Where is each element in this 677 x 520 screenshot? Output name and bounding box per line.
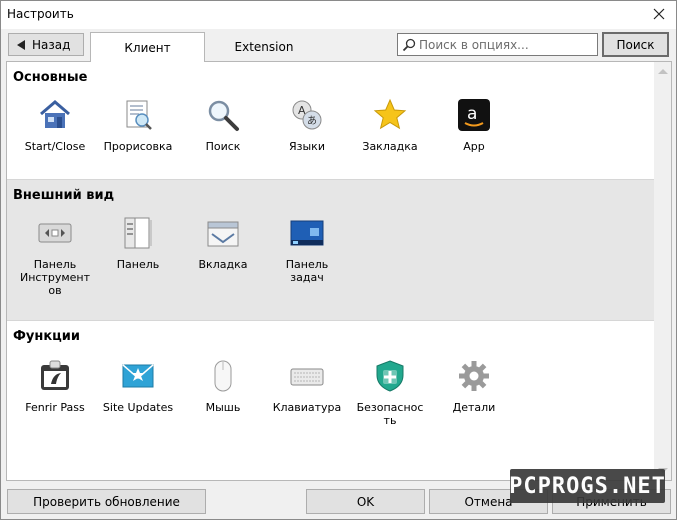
back-arrow-icon [17, 39, 25, 50]
tab-client[interactable]: Клиент [90, 32, 205, 62]
star-icon [373, 98, 407, 130]
settings-window: Настроить Назад Клиент Extension Поиск О… [0, 0, 677, 520]
ok-button[interactable]: OK [306, 489, 425, 514]
option-label: App [463, 140, 485, 153]
option-security[interactable]: Безопаснос ть [350, 359, 430, 427]
option-tab[interactable]: Вкладка [183, 216, 263, 271]
amazon-icon: a [458, 99, 490, 131]
toolbar: Назад Клиент Extension Поиск [1, 29, 676, 62]
option-label: Панель Инструмент ов [19, 258, 91, 297]
section-general: Основные Start/Close Прорисовка Поиск A … [7, 62, 655, 179]
shield-icon [376, 360, 404, 392]
option-label: Детали [452, 401, 496, 414]
mouse-icon [214, 360, 232, 392]
option-label: Site Updates [102, 401, 174, 414]
search-box[interactable] [397, 33, 598, 56]
toolbar-panel-icon [38, 223, 72, 243]
tab-client-label: Клиент [124, 40, 171, 55]
check-update-button[interactable]: Проверить обновление [7, 489, 206, 514]
back-button[interactable]: Назад [8, 33, 84, 56]
option-mouse[interactable]: Мышь [183, 359, 263, 414]
option-label: Панель [116, 258, 160, 271]
option-label: Безопаснос ть [356, 401, 424, 427]
option-languages[interactable]: A あ Языки [267, 98, 347, 153]
languages-icon: A あ [292, 100, 322, 130]
search-button[interactable]: Поиск [602, 32, 669, 57]
tab-extension-label: Extension [234, 40, 294, 54]
magnifier-icon [208, 100, 239, 131]
tab-extension[interactable]: Extension [207, 33, 321, 61]
close-button[interactable] [646, 3, 672, 25]
render-icon [126, 100, 152, 130]
section-appearance: Внешний вид Панель Инструмент ов Панель … [7, 179, 655, 321]
section-functions: Функции Fenrir Pass Site Updates Мышь Кл… [7, 321, 655, 480]
option-keyboard[interactable]: Клавиатура [267, 359, 347, 414]
svg-text:a: a [467, 104, 477, 124]
option-label: Вкладка [198, 258, 248, 271]
option-render[interactable]: Прорисовка [98, 98, 178, 153]
panel-icon [124, 217, 152, 249]
watermark: PCPROGS.NET [509, 469, 665, 503]
fenrir-pass-icon [41, 360, 69, 390]
option-label: Мышь [205, 401, 241, 414]
vertical-scrollbar[interactable] [654, 62, 671, 480]
section-title: Внешний вид [13, 188, 115, 203]
option-start-close[interactable]: Start/Close [15, 98, 95, 153]
section-title: Основные [13, 70, 88, 85]
keyboard-icon [290, 368, 324, 386]
option-taskbar[interactable]: Панель задач [267, 216, 347, 284]
option-label: Языки [289, 140, 325, 153]
search-input[interactable] [419, 37, 594, 52]
title-bar: Настроить [1, 1, 676, 29]
option-fenrir-pass[interactable]: Fenrir Pass [15, 359, 95, 414]
back-button-label: Назад [32, 37, 71, 52]
option-bookmark[interactable]: Закладка [350, 98, 430, 153]
window-title: Настроить [7, 7, 74, 21]
option-toolbar-panel[interactable]: Панель Инструмент ов [15, 216, 95, 297]
section-title: Функции [13, 329, 81, 344]
house-icon [40, 100, 70, 128]
option-label: Поиск [205, 140, 241, 153]
option-label: Закладка [362, 140, 418, 153]
scroll-up-icon[interactable] [658, 69, 668, 74]
search-icon [402, 38, 416, 51]
option-label: Прорисовка [103, 140, 173, 153]
option-label: Клавиатура [272, 401, 342, 414]
taskbar-icon [290, 220, 324, 246]
close-icon [653, 8, 665, 20]
option-panel[interactable]: Панель [98, 216, 178, 271]
option-site-updates[interactable]: Site Updates [98, 359, 178, 414]
gear-icon [459, 361, 489, 391]
option-label: Start/Close [24, 140, 86, 153]
option-app[interactable]: a App [434, 98, 514, 153]
option-details[interactable]: Детали [434, 359, 514, 414]
option-label: Панель задач [285, 258, 329, 284]
options-content: Основные Start/Close Прорисовка Поиск A … [6, 61, 672, 481]
svg-text:あ: あ [307, 115, 317, 127]
option-label: Fenrir Pass [25, 401, 85, 414]
site-updates-icon [122, 364, 154, 388]
option-search[interactable]: Поиск [183, 98, 263, 153]
tab-icon [207, 221, 239, 247]
